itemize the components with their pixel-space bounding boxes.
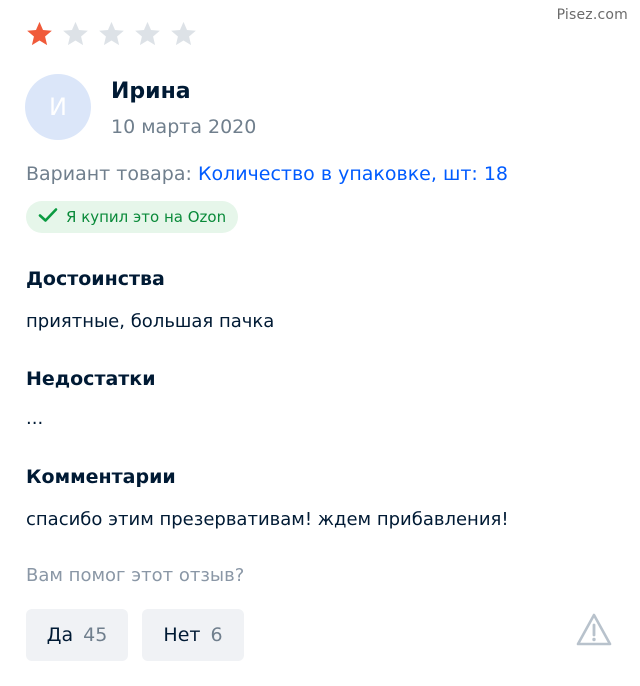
helpful-question: Вам помог этот отзыв?: [26, 565, 245, 586]
avatar: И: [25, 74, 91, 140]
review-date: 10 марта 2020: [111, 116, 257, 138]
variant-value[interactable]: Количество в упаковке, шт: 18: [198, 163, 508, 185]
star-empty-icon: [97, 20, 126, 48]
star-empty-icon: [133, 20, 162, 48]
vote-yes-button[interactable]: Да 45: [26, 609, 128, 661]
vote-no-button[interactable]: Нет 6: [142, 609, 244, 661]
pros-title: Достоинства: [26, 268, 165, 290]
star-empty-icon: [61, 20, 90, 48]
vote-no-count: 6: [210, 624, 223, 646]
vote-yes-label: Да: [46, 624, 74, 646]
check-icon: [38, 207, 58, 227]
cons-title: Недостатки: [26, 368, 156, 390]
cons-text: ...: [26, 408, 44, 429]
star-empty-icon: [169, 20, 198, 48]
author-name[interactable]: Ирина: [111, 79, 191, 104]
vote-no-label: Нет: [163, 624, 201, 646]
comment-text: спасибо этим презервативам! ждем прибавл…: [26, 509, 509, 530]
pros-text: приятные, большая пачка: [26, 311, 275, 332]
star-filled-icon: [25, 20, 54, 48]
comment-title: Комментарии: [26, 466, 176, 488]
product-variant: Вариант товара: Количество в упаковке, ш…: [26, 163, 508, 185]
verified-purchase-badge: Я купил это на Ozon: [26, 201, 239, 233]
variant-label: Вариант товара:: [26, 163, 192, 185]
vote-yes-count: 45: [83, 624, 108, 646]
watermark: Pisez.com: [556, 7, 628, 23]
warning-icon[interactable]: [575, 612, 613, 652]
badge-text: Я купил это на Ozon: [66, 208, 227, 226]
rating-stars: [25, 20, 198, 48]
